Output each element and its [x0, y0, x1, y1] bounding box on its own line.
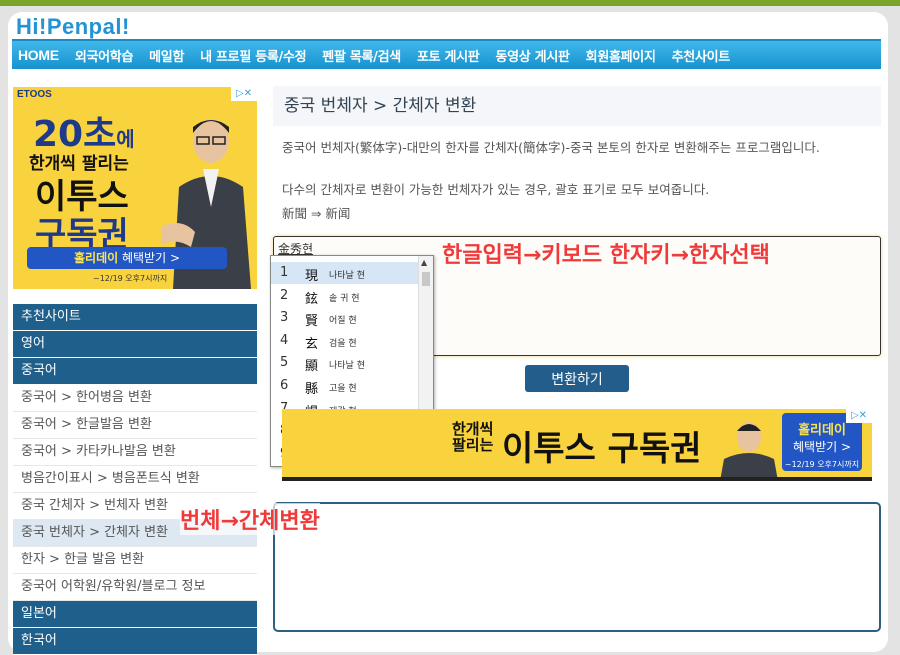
- ad-person-image: [720, 422, 778, 481]
- sidebar-link[interactable]: 한자 > 한글 발음 변환: [13, 547, 257, 574]
- candidate-item[interactable]: 3 賢 어질 현: [271, 307, 418, 329]
- candidate-meaning: 검을 현: [329, 338, 357, 349]
- candidate-meaning: 솥 귀 현: [329, 293, 360, 304]
- sidebar-category[interactable]: 추천사이트: [13, 304, 257, 331]
- ad-choices-icon[interactable]: ▷✕: [231, 87, 257, 101]
- sidebar-link[interactable]: 병음간이표시 > 병음폰트식 변환: [13, 466, 257, 493]
- nav-item[interactable]: 메일함: [149, 46, 184, 65]
- main-nav: HOME 외국어학습 메일함 내 프로필 등록/수정 펜팔 목록/검색 포토 게시판 동영상…: [12, 39, 881, 69]
- candidate-meaning: 나타날 현: [329, 271, 365, 281]
- sidebar-category[interactable]: 영어: [13, 331, 257, 358]
- candidate-item[interactable]: 5 顯 나타날 현: [271, 352, 418, 374]
- sidebar-link[interactable]: 중국어 > 한글발음 변환: [13, 412, 257, 439]
- ad-subtext: ~12/19 오후7시까지: [93, 274, 168, 283]
- candidate-han: 縣: [305, 382, 319, 397]
- nav-item[interactable]: 내 프로필 등록/수정: [200, 46, 306, 65]
- candidate-num: 6: [280, 378, 289, 393]
- sidebar-menu: 추천사이트 영어 중국어 중국어 > 한어병음 변환 중국어 > 한글발음 변환 중국어 …: [13, 304, 257, 655]
- top-stripe: [0, 0, 900, 6]
- instruction-annotation: 한글입력→키보드 한자키→한자선택: [442, 243, 770, 268]
- sidebar-category[interactable]: 일본어: [13, 601, 257, 628]
- scroll-up-icon[interactable]: ▲: [421, 258, 427, 267]
- candidate-num: 5: [280, 355, 289, 371]
- candidate-num: 4: [280, 332, 289, 348]
- candidate-item[interactable]: 6 縣 고을 현: [271, 375, 418, 397]
- left-ad-banner[interactable]: ETOOS ▷✕ 20초에 한개씩 팔리는 이투스 구독권 홀리데이 혜택받기 …: [13, 87, 257, 289]
- candidate-han: 玄: [305, 336, 319, 352]
- candidate-item[interactable]: 2鉉 솥 귀 현: [271, 285, 418, 307]
- ad-brand: ETOOS: [17, 89, 52, 100]
- conversion-annotation: 번체→간체변환: [180, 503, 320, 535]
- page-container: Hi!Penpal! HOME 외국어학습 메일함 내 프로필 등록/수정 펜팔 목록/…: [8, 12, 888, 655]
- sidebar-category[interactable]: 한국어: [13, 628, 257, 655]
- nav-item[interactable]: 포토 게시판: [417, 46, 480, 65]
- nav-item[interactable]: 추천사이트: [672, 46, 731, 65]
- right-ad-banner[interactable]: 한개씩 팔리는 이투스 구독권 홀리데이 혜택받기 > ~12/19 오후7시까…: [282, 409, 872, 481]
- sidebar-link[interactable]: 중국어 어학원/유학원/블로그 정보: [13, 574, 257, 601]
- example-text: 新聞 ⇒ 新闻: [282, 206, 351, 221]
- ad-bottom-bar: [282, 477, 872, 481]
- nav-item[interactable]: 외국어학습: [75, 46, 134, 65]
- convert-button[interactable]: 변환하기: [525, 365, 629, 392]
- sidebar-link[interactable]: 중국어 > 카타카나발음 변환: [13, 439, 257, 466]
- nav-item[interactable]: HOME: [18, 47, 59, 63]
- nav-item[interactable]: 동영상 게시판: [495, 46, 569, 65]
- candidate-num: 3: [280, 310, 289, 326]
- ad-cta-button[interactable]: 홀리데이 혜택받기 >: [27, 247, 227, 269]
- candidate-num: 2: [280, 287, 289, 303]
- description-text: 중국어 번체자(繁体字)-대만의 한자를 간체자(簡体字)-중국 본토의 한자로…: [282, 140, 820, 155]
- ad-choices-icon[interactable]: ▷✕: [846, 409, 872, 423]
- candidate-item[interactable]: 4 玄 검을 현: [271, 330, 418, 352]
- sidebar-category[interactable]: 중국어: [13, 358, 257, 385]
- ad-headline: 이투스 구독권: [502, 429, 702, 469]
- ad-line: 한개씩 팔리는: [452, 420, 494, 454]
- page-title: 중국 번체자 > 간체자 변환: [273, 86, 881, 126]
- candidate-meaning: 어질 현: [329, 316, 357, 327]
- site-logo[interactable]: Hi!Penpal!: [16, 14, 130, 40]
- nav-item[interactable]: 회원홈페이지: [586, 46, 656, 65]
- candidate-meaning: 나타날 현: [329, 361, 365, 372]
- output-textarea[interactable]: [273, 502, 881, 632]
- candidate-han: 鉉: [305, 291, 319, 307]
- candidate-item[interactable]: 1 現 나타날 현: [271, 262, 418, 284]
- scroll-thumb[interactable]: [422, 272, 430, 286]
- description-text: 다수의 간체자로 변환이 가능한 번체자가 있는 경우, 괄호 표기로 모두 보…: [282, 182, 710, 197]
- candidate-han: 現: [305, 269, 319, 284]
- sidebar-link[interactable]: 중국어 > 한어병음 변환: [13, 385, 257, 412]
- candidate-han: 顯: [305, 359, 319, 375]
- candidate-meaning: 고을 현: [329, 384, 357, 394]
- nav-item[interactable]: 펜팔 목록/검색: [322, 46, 401, 65]
- candidate-han: 賢: [305, 314, 319, 330]
- candidate-num: 1: [280, 265, 289, 280]
